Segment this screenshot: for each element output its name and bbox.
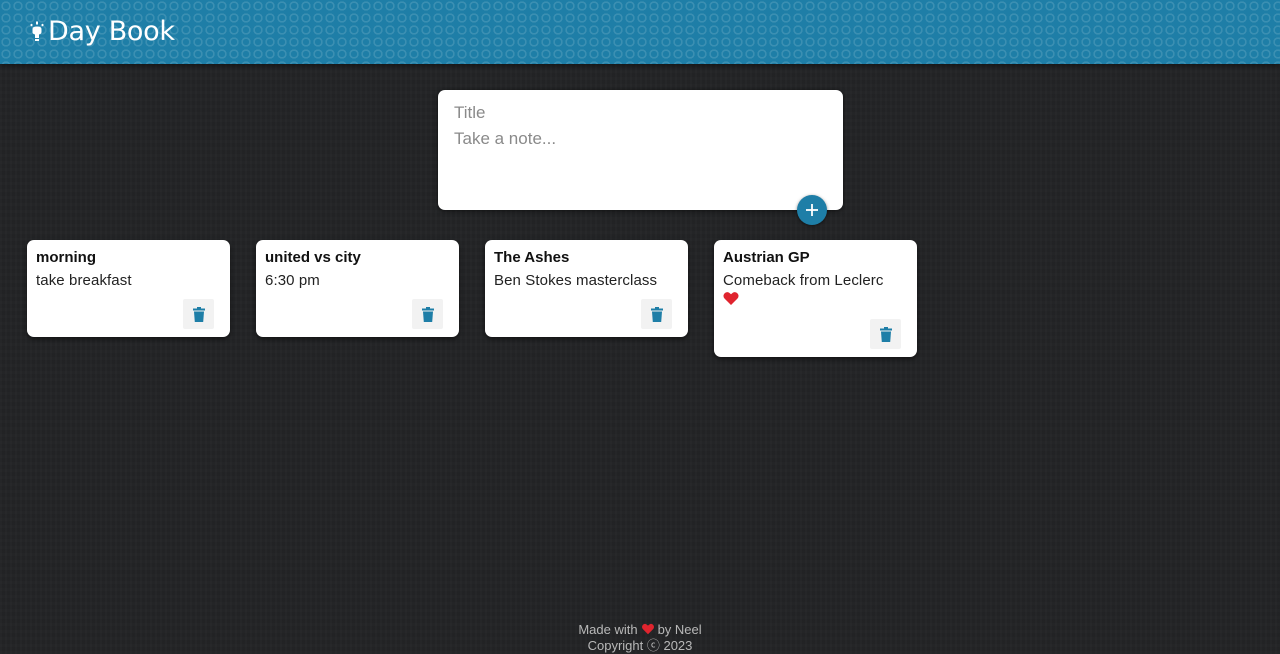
trash-icon: [879, 326, 892, 342]
footer-author: by Neel: [657, 622, 702, 637]
heart-icon: [723, 291, 739, 306]
footer-made-with: Made with: [578, 622, 638, 637]
app-logo: Day Book: [28, 14, 175, 50]
heart-icon: [641, 623, 655, 635]
trash-icon: [192, 306, 205, 322]
delete-note-button[interactable]: [870, 319, 901, 349]
create-note-form: [438, 90, 843, 210]
footer-copyright: Copyright ⓒ 2023: [587, 638, 693, 653]
note-title-input[interactable]: [454, 103, 824, 123]
note-card: united vs city 6:30 pm: [256, 240, 459, 337]
note-card: morning take breakfast: [27, 240, 230, 337]
note-content-text: Comeback from Leclerc: [723, 272, 884, 289]
note-title: morning: [36, 249, 96, 266]
note-title: united vs city: [265, 249, 361, 266]
note-title: The Ashes: [494, 249, 570, 266]
note-card: Austrian GP Comeback from Leclerc: [714, 240, 917, 357]
add-note-button[interactable]: [797, 195, 827, 225]
delete-note-button[interactable]: [641, 299, 672, 329]
app-title: Day Book: [48, 16, 175, 47]
delete-note-button[interactable]: [412, 299, 443, 329]
note-title: Austrian GP: [723, 249, 810, 266]
lightbulb-icon: [28, 21, 46, 43]
plus-icon: [805, 203, 819, 217]
note-content: Ben Stokes masterclass: [494, 272, 658, 289]
trash-icon: [650, 306, 663, 322]
note-card: The Ashes Ben Stokes masterclass: [485, 240, 688, 337]
app-header: Day Book: [0, 0, 1280, 64]
note-content: 6:30 pm: [265, 272, 320, 289]
delete-note-button[interactable]: [183, 299, 214, 329]
footer-credit: Made with by Neel: [0, 622, 1280, 638]
page-footer: Made with by Neel Copyright ⓒ 2023: [0, 622, 1280, 654]
note-content: Comeback from Leclerc: [723, 271, 908, 312]
note-content-input[interactable]: [454, 129, 824, 189]
trash-icon: [421, 306, 434, 322]
note-content: take breakfast: [36, 272, 132, 289]
